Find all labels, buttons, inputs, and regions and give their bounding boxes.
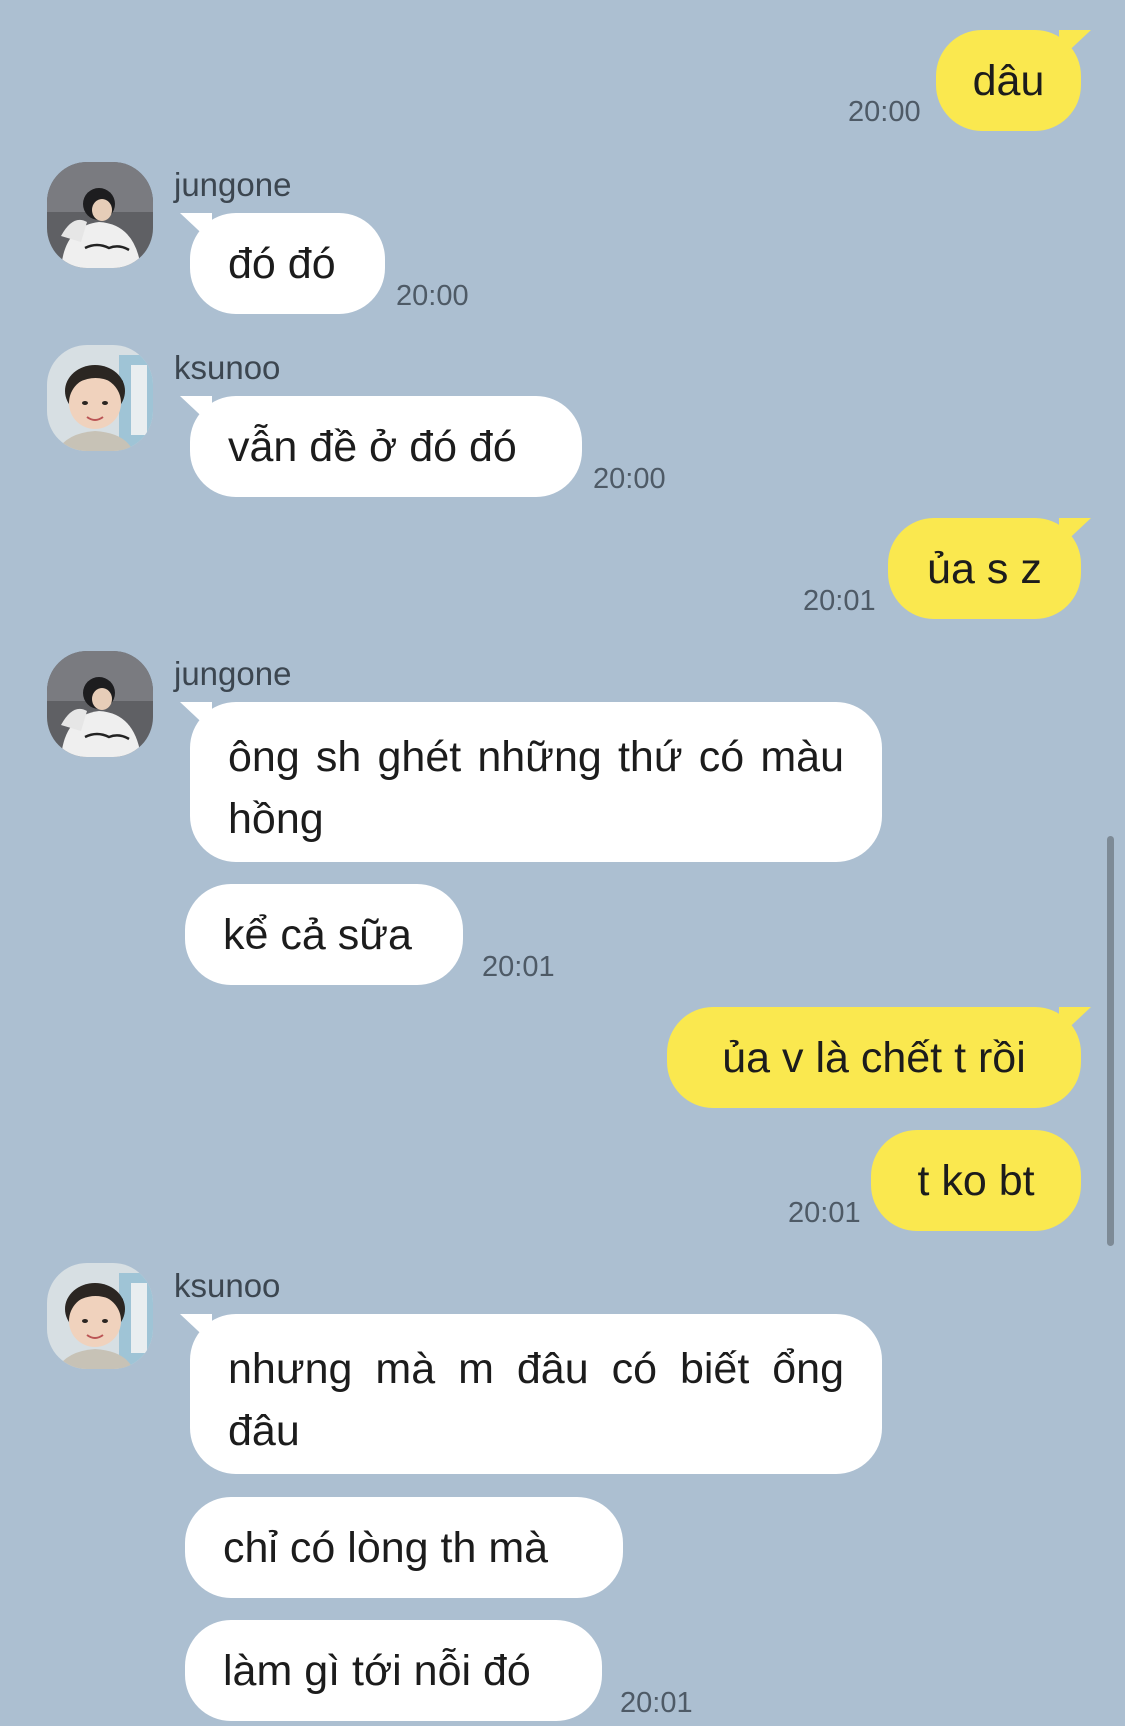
avatar-ksunoo[interactable] xyxy=(47,345,153,451)
message-text: ủa s z xyxy=(927,544,1042,593)
sender-name: jungone xyxy=(174,166,292,203)
message-time: 20:00 xyxy=(593,463,666,495)
outgoing-message-bubble[interactable]: ủa v là chết t rồi xyxy=(667,1007,1081,1108)
message-text: ủa v là chết t rồi xyxy=(722,1033,1026,1082)
incoming-message-bubble[interactable]: đó đó xyxy=(190,213,385,314)
incoming-message-bubble[interactable]: làm gì tới nỗi đó xyxy=(185,1620,602,1721)
avatar-image xyxy=(47,345,153,451)
message-text: t ko bt xyxy=(917,1156,1035,1205)
message-text: đó đó xyxy=(228,239,336,288)
message-text: chỉ có lòng th mà xyxy=(223,1523,549,1572)
message-text: vẫn đề ở đó đó xyxy=(228,422,517,471)
message-time: 20:00 xyxy=(396,280,469,312)
chat-area[interactable]: 20:00 dâu jungone đó đó 20:00 ksunoo vẫn… xyxy=(0,0,1125,1726)
avatar-jungone[interactable] xyxy=(47,162,153,268)
outgoing-message-bubble[interactable]: t ko bt xyxy=(871,1130,1081,1231)
avatar-ksunoo[interactable] xyxy=(47,1263,153,1369)
avatar-image xyxy=(47,162,153,268)
message-time: 20:00 xyxy=(848,96,921,128)
outgoing-message-bubble[interactable]: ủa s z xyxy=(888,518,1081,619)
avatar-image xyxy=(47,1263,153,1369)
message-time: 20:01 xyxy=(803,585,876,617)
sender-name: ksunoo xyxy=(174,1267,281,1304)
message-text: làm gì tới nỗi đó xyxy=(223,1646,531,1695)
avatar-image xyxy=(47,651,153,757)
incoming-message-bubble[interactable]: ông sh ghét những thứ có màu hồng xyxy=(190,702,882,862)
avatar-jungone[interactable] xyxy=(47,651,153,757)
scrollbar[interactable] xyxy=(1107,836,1114,1246)
sender-name: jungone xyxy=(174,655,292,692)
incoming-message-bubble[interactable]: kể cả sữa xyxy=(185,884,463,985)
sender-name: ksunoo xyxy=(174,349,281,386)
message-time: 20:01 xyxy=(788,1197,861,1229)
incoming-message-bubble[interactable]: nhưng mà m đâu có biết ổng đâu xyxy=(190,1314,882,1474)
message-time: 20:01 xyxy=(482,951,555,983)
message-text: dâu xyxy=(972,56,1045,105)
outgoing-message-bubble[interactable]: dâu xyxy=(936,30,1081,131)
incoming-message-bubble[interactable]: vẫn đề ở đó đó xyxy=(190,396,582,497)
message-time: 20:01 xyxy=(620,1687,693,1719)
incoming-message-bubble[interactable]: chỉ có lòng th mà xyxy=(185,1497,623,1598)
message-text: nhưng mà m đâu có biết ổng đâu xyxy=(228,1345,844,1455)
message-text: ông sh ghét những thứ có màu hồng xyxy=(228,733,844,843)
message-text: kể cả sữa xyxy=(223,910,412,959)
